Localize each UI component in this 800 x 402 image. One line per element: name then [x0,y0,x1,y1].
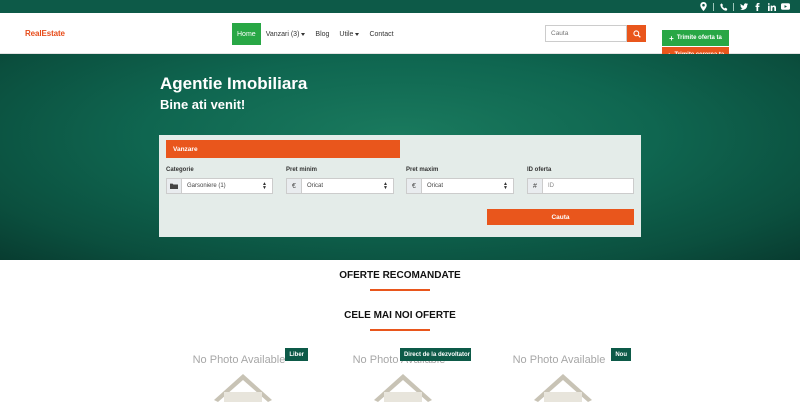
pret-minim-select[interactable]: Oricat ▲ ▼ [302,178,394,194]
field-label: ID oferta [527,167,552,173]
field-label: Pret maxim [406,167,439,173]
caret-down-icon [301,32,306,36]
search-input[interactable] [545,25,627,42]
filter-categorie: Categorie Garsoniere (1) ▲ ▼ [166,167,273,194]
main-nav: Home Vanzari (3) Blog Utile Contact [232,23,399,45]
tab-label: Vanzare [173,145,198,153]
nav-label: Home [237,30,256,38]
no-photo-text: No Photo Available [512,354,606,366]
hero-banner: Agentie Imobiliara Bine ati venit! Vanza… [0,54,800,260]
status-badge: Liber [285,348,308,361]
property-card[interactable]: No Photo Available Nou [487,348,631,402]
youtube-icon[interactable] [781,2,790,11]
filter-pret-maxim: Pret maxim € Oricat ▲ ▼ [406,167,514,194]
button-label: Cauta [551,213,570,221]
id-oferta-input[interactable]: ID [543,178,634,194]
map-marker-icon[interactable] [699,2,708,11]
section-title-latest: CELE MAI NOI OFERTE [344,310,456,321]
nav-label: Blog [315,30,330,38]
site-header: RealEstate Home Vanzari (3) Blog Utile C… [0,13,800,63]
euro-icon: € [406,178,422,194]
divider [713,2,714,11]
plus-icon: + [669,33,674,43]
property-card[interactable]: No Photo Available Direct de la dezvolta… [327,348,471,402]
filter-pret-minim: Pret minim € Oricat ▲ ▼ [286,167,394,194]
search-button[interactable] [627,25,646,42]
property-card[interactable]: No Photo Available Liber [167,348,311,402]
hero-subtitle: Bine ati venit! [160,97,246,112]
caret-down-icon [355,32,360,36]
section-divider [370,289,430,291]
section-divider [370,329,430,331]
field-label: Categorie [166,167,194,173]
linkedin-icon[interactable] [767,2,776,11]
logo-text: RealEstate [25,29,65,38]
send-offer-label: Trimite oferta ta [676,35,722,41]
status-badge: Nou [611,348,631,361]
tab-vanzare[interactable]: Vanzare [166,140,400,158]
select-value: Oricat [307,183,324,189]
divider [733,2,734,11]
filter-id-oferta: ID oferta # ID [527,167,634,194]
field-label: Pret minim [286,167,318,173]
folder-icon [166,178,182,194]
search-filter-panel: Vanzare Categorie Garsoniere (1) ▲ ▼ Pret… [159,135,641,237]
select-arrows-icon: ▲ ▼ [383,181,388,191]
property-photo-placeholder: No Photo Available [492,348,626,402]
top-strip [0,0,800,13]
select-value: Oricat [427,183,444,189]
section-title-recommended: OFERTE RECOMANDATE [339,270,461,281]
site-logo[interactable]: RealEstate [25,29,65,38]
house-placeholder-icon [534,374,592,402]
search-icon [632,29,641,38]
house-placeholder-icon [214,374,272,402]
nav-item-contact[interactable]: Contact [364,23,398,45]
nav-label: Utile [339,30,354,38]
house-placeholder-icon [374,374,432,402]
nav-label: Vanzari (3) [265,30,300,38]
select-arrows-icon: ▲ ▼ [503,181,508,191]
top-contact-icons [699,1,790,12]
nav-label: Contact [369,30,394,38]
nav-item-home[interactable]: Home [232,23,261,45]
phone-icon[interactable] [719,2,728,11]
twitter-icon[interactable] [739,2,748,11]
facebook-icon[interactable] [753,2,762,11]
nav-item-utile[interactable]: Utile [334,23,364,45]
euro-icon: € [286,178,302,194]
filter-search-button[interactable]: Cauta [487,209,634,225]
hero-title: Agentie Imobiliara [160,74,308,93]
send-offer-button[interactable]: + Trimite oferta ta [662,30,729,46]
nav-item-vanzari[interactable]: Vanzari (3) [261,23,311,45]
select-value: Garsoniere (1) [187,183,226,189]
hash-icon: # [527,178,543,194]
status-badge: Direct de la dezvoltator [399,348,471,361]
categorie-select[interactable]: Garsoniere (1) ▲ ▼ [182,178,273,194]
header-search [545,25,646,42]
select-arrows-icon: ▲ ▼ [262,181,267,191]
pret-maxim-select[interactable]: Oricat ▲ ▼ [422,178,514,194]
nav-item-blog[interactable]: Blog [310,23,334,45]
input-placeholder: ID [548,183,554,189]
